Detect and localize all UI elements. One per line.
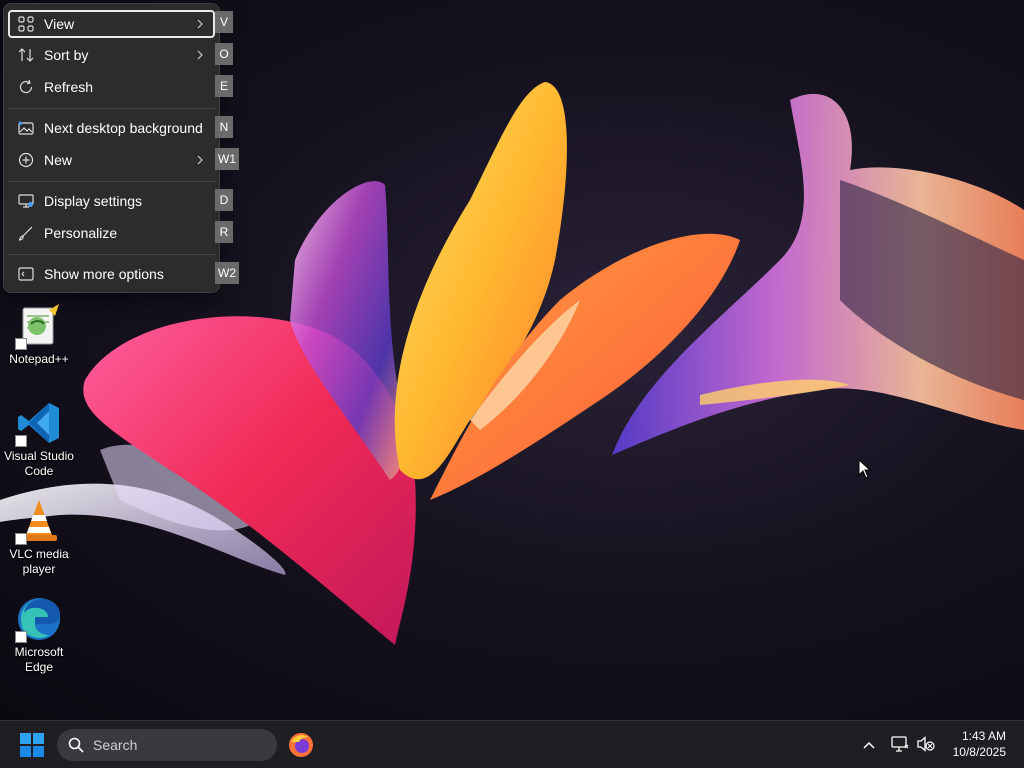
brush-icon xyxy=(18,226,33,241)
menu-item-label: Refresh xyxy=(44,79,94,95)
shortcut-arrow-icon xyxy=(15,435,27,447)
menu-item-label: Personalize xyxy=(44,225,118,241)
next-background-icon xyxy=(18,121,34,135)
menu-item-display-settings[interactable]: Display settings xyxy=(8,187,215,215)
access-key-tip: O xyxy=(215,43,233,65)
menu-item-sort-by[interactable]: Sort by xyxy=(8,41,215,69)
menu-item-new[interactable]: New xyxy=(8,146,215,174)
grid-icon xyxy=(18,16,34,32)
menu-item-label: Show more options xyxy=(44,266,164,282)
shortcut-arrow-icon xyxy=(15,533,27,545)
shortcut-arrow-icon xyxy=(15,631,27,643)
desktop-shortcut-label: Microsoft Edge xyxy=(14,645,64,674)
menu-item-label: Display settings xyxy=(44,193,143,209)
volume-muted-icon[interactable] xyxy=(917,736,935,752)
mouse-cursor-icon xyxy=(858,459,872,479)
menu-item-label: Next desktop background xyxy=(44,120,203,136)
menu-separator xyxy=(8,254,215,255)
shortcut-arrow-icon xyxy=(15,338,27,350)
menu-item-label: New xyxy=(44,152,73,168)
desktop-shortcut-visual-studio-code[interactable]: Visual Studio Code xyxy=(2,399,76,479)
chevron-right-icon xyxy=(197,155,203,165)
chevron-up-icon[interactable] xyxy=(862,739,876,751)
access-key-tip: N xyxy=(215,116,233,138)
taskbar-search-box[interactable]: Search xyxy=(57,729,277,761)
access-key-tip: W1 xyxy=(215,148,239,170)
taskbar-clock[interactable]: 1:43 AM 10/8/2025 xyxy=(953,728,1006,760)
sort-icon xyxy=(18,48,34,62)
menu-separator xyxy=(8,181,215,182)
desktop-shortcut-label: Notepad++ xyxy=(9,352,69,366)
desktop-context-menu: View Sort by Refresh Next desktop backgr… xyxy=(3,3,220,293)
menu-item-refresh[interactable]: Refresh xyxy=(8,73,215,101)
menu-item-label: Sort by xyxy=(44,47,89,63)
desktop-shortcut-notepad-plus-plus[interactable]: Notepad++ xyxy=(2,302,76,367)
chevron-right-icon xyxy=(197,50,203,60)
chevron-right-icon xyxy=(197,19,203,29)
clock-date: 10/8/2025 xyxy=(952,745,1006,759)
display-icon xyxy=(18,194,34,208)
windows-start-button[interactable] xyxy=(20,733,44,757)
new-icon xyxy=(18,152,34,168)
desktop-shortcut-edge[interactable]: Microsoft Edge xyxy=(2,595,76,675)
desktop-shortcut-label: VLC media player xyxy=(9,547,69,576)
search-label: Search xyxy=(93,737,138,753)
access-key-tip: W2 xyxy=(215,262,239,284)
menu-item-personalize[interactable]: Personalize xyxy=(8,219,215,247)
access-key-tip: V xyxy=(215,11,233,33)
menu-separator xyxy=(8,108,215,109)
desktop-shortcut-vlc[interactable]: VLC media player xyxy=(2,497,76,577)
menu-item-label: View xyxy=(44,16,75,32)
network-icon[interactable] xyxy=(891,736,909,752)
menu-item-show-more-options[interactable]: Show more options xyxy=(8,260,215,288)
clock-time: 1:43 AM xyxy=(961,729,1006,743)
firefox-icon[interactable] xyxy=(288,732,314,758)
access-key-tip: D xyxy=(215,189,233,211)
desktop[interactable]: View Sort by Refresh Next desktop backgr… xyxy=(0,0,1024,720)
access-key-tip: R xyxy=(215,221,233,243)
menu-item-next-desktop-background[interactable]: Next desktop background xyxy=(8,114,215,142)
desktop-shortcut-label: Visual Studio Code xyxy=(4,449,74,478)
search-icon xyxy=(68,737,84,753)
taskbar: Search 1:43 AM 10/8/2025 xyxy=(0,720,1024,768)
menu-item-view[interactable]: View xyxy=(8,10,215,38)
refresh-icon xyxy=(19,79,33,94)
more-options-icon xyxy=(18,267,34,281)
access-key-tip: E xyxy=(215,75,233,97)
